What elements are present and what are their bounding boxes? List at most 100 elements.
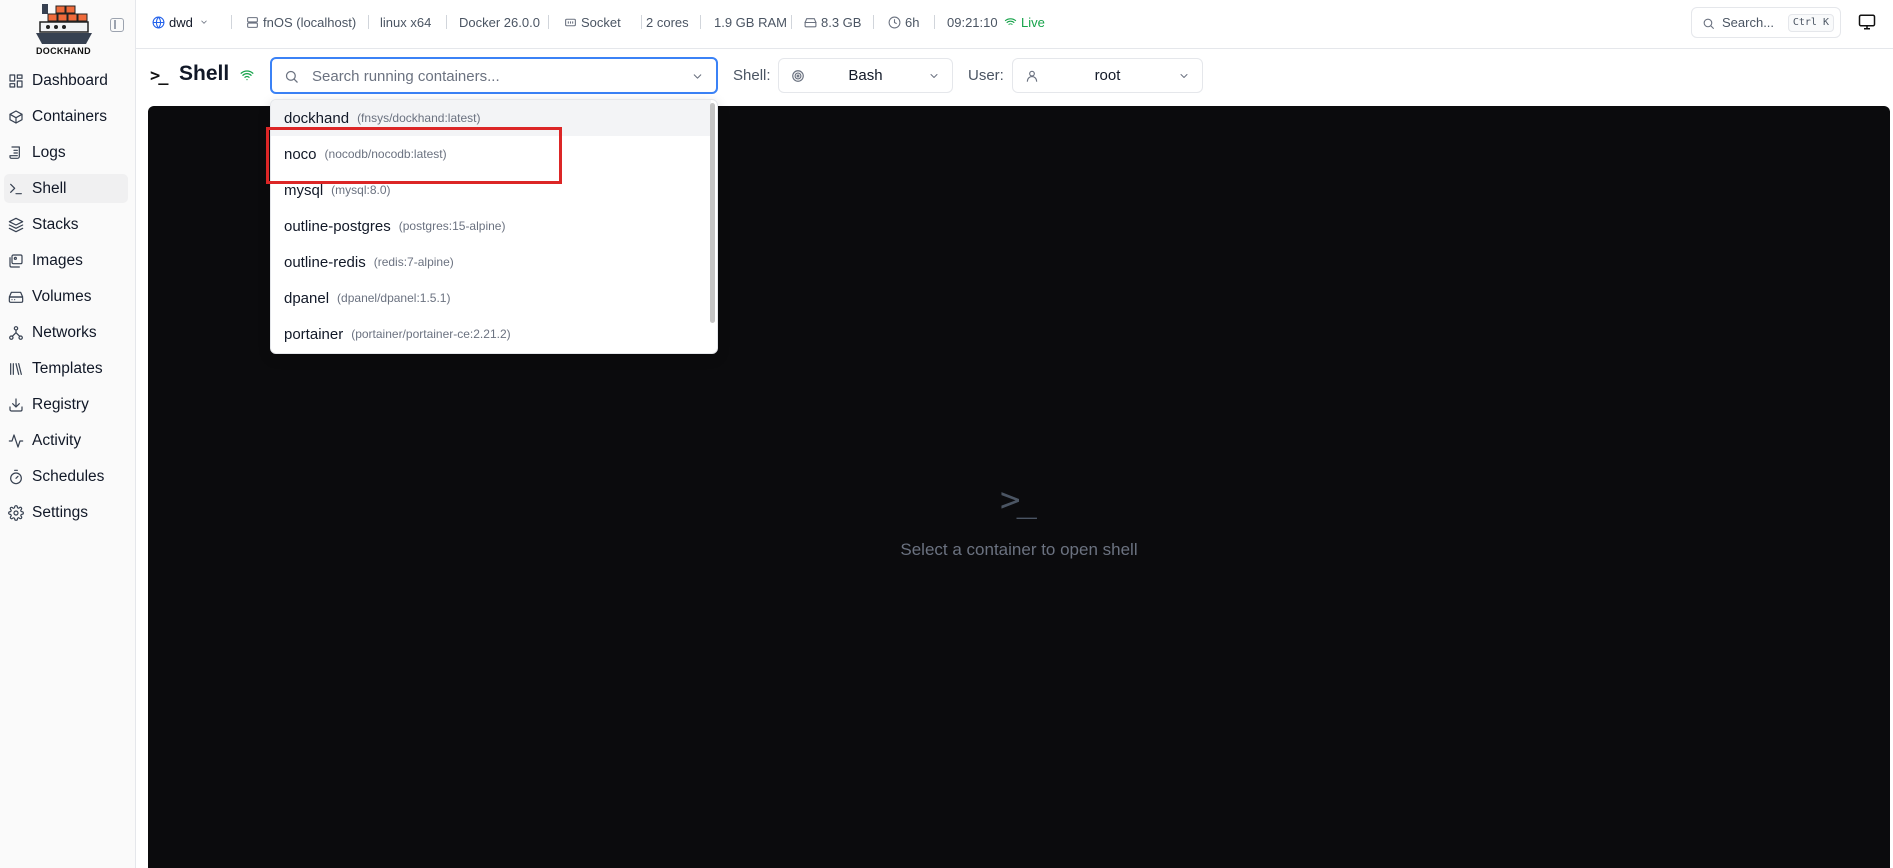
disk-info: 8.3 GB	[804, 14, 861, 30]
sidebar-item-networks[interactable]: Networks	[4, 318, 128, 347]
uptime-info: 6h	[888, 14, 919, 30]
shell-select[interactable]: Bash	[778, 58, 953, 93]
sidebar-item-label: Images	[32, 251, 83, 269]
live-status[interactable]: Live	[1004, 14, 1045, 30]
container-name: portainer	[284, 325, 344, 343]
current-time: 09:21:10	[947, 14, 998, 30]
connection-label: Socket	[581, 14, 621, 30]
platform-info: linux x64	[380, 14, 432, 30]
sidebar-item-logs[interactable]: Logs	[4, 138, 128, 167]
container-image: (mysql:8.0)	[331, 183, 391, 197]
sidebar-item-volumes[interactable]: Volumes	[4, 282, 128, 311]
shell-label: Shell:	[733, 67, 771, 84]
sidebar-collapse-icon[interactable]	[110, 18, 124, 32]
container-option-noco[interactable]: noco (nocodb/nocodb:latest)	[271, 136, 711, 172]
user-value: root	[1094, 67, 1121, 84]
container-name: mysql	[284, 181, 324, 199]
container-option-outline-redis[interactable]: outline-redis (redis:7-alpine)	[271, 244, 711, 280]
hard-drive-icon	[8, 289, 24, 305]
shortcut-badge: Ctrl K	[1787, 14, 1834, 32]
live-label: Live	[1021, 14, 1045, 30]
connection-status-icon	[240, 70, 254, 81]
sidebar-item-templates[interactable]: Templates	[4, 354, 128, 383]
sidebar-item-settings[interactable]: Settings	[4, 498, 128, 527]
box-icon	[8, 109, 24, 125]
divider	[231, 15, 232, 29]
container-search-input[interactable]	[312, 66, 672, 86]
divider	[641, 15, 642, 29]
terminal-icon: >_	[150, 66, 169, 86]
sidebar-item-label: Templates	[32, 359, 103, 377]
search-label: Search...	[1722, 15, 1775, 30]
socket-icon	[565, 18, 576, 26]
container-name: dpanel	[284, 289, 330, 307]
layers-icon	[8, 217, 24, 233]
container-image: (nocodb/nocodb:latest)	[324, 147, 447, 161]
global-search-button[interactable]: Search... Ctrl K	[1691, 7, 1841, 38]
sidebar-item-stacks[interactable]: Stacks	[4, 210, 128, 239]
docker-version: Docker 26.0.0	[459, 14, 540, 30]
container-search-combobox[interactable]	[270, 57, 718, 94]
search-icon	[1703, 18, 1714, 29]
container-option-dockhand[interactable]: dockhand (fnsys/dockhand:latest)	[271, 100, 711, 136]
container-image: (postgres:15-alpine)	[398, 219, 506, 233]
container-option-portainer[interactable]: portainer (portainer/portainer-ce:2.21.2…	[271, 316, 711, 352]
container-name: outline-postgres	[284, 217, 391, 235]
container-name: noco	[284, 145, 317, 163]
sidebar-item-label: Stacks	[32, 215, 79, 233]
sidebar-item-dashboard[interactable]: Dashboard	[4, 66, 128, 95]
sidebar-item-label: Schedules	[32, 467, 105, 485]
sidebar-item-images[interactable]: Images	[4, 246, 128, 275]
sidebar-item-label: Activity	[32, 431, 82, 449]
container-option-dpanel[interactable]: dpanel (dpanel/dpanel:1.5.1)	[271, 280, 711, 316]
sidebar-item-label: Dashboard	[32, 71, 108, 89]
disk-size: 8.3 GB	[821, 14, 862, 30]
sidebar-item-label: Networks	[32, 323, 97, 341]
sidebar-item-label: Registry	[32, 395, 89, 413]
cpu-cores: 2 cores	[646, 14, 689, 30]
sidebar-item-schedules[interactable]: Schedules	[4, 462, 128, 491]
terminal-empty-message: Select a container to open shell	[900, 540, 1138, 559]
environment-selector[interactable]: dwd	[152, 14, 213, 30]
uptime-value: 6h	[905, 14, 920, 30]
container-name: dockhand	[284, 109, 350, 127]
top-bar: dwd fnOS (localhost) linux x64 Docker 26…	[136, 0, 1893, 49]
sidebar-item-label: Volumes	[32, 287, 92, 305]
connection-type: Socket	[564, 14, 621, 30]
gear-icon	[8, 505, 24, 521]
container-option-mysql[interactable]: mysql (mysql:8.0)	[271, 172, 711, 208]
dropdown-scrollbar[interactable]	[710, 103, 715, 323]
shell-spiral-icon	[792, 70, 804, 82]
sidebar-item-label: Settings	[32, 503, 89, 521]
container-option-outline-postgres[interactable]: outline-postgres (postgres:15-alpine)	[271, 208, 711, 244]
divider	[934, 15, 935, 29]
host-info: fnOS (localhost)	[246, 14, 356, 30]
sidebar-item-label: Containers	[32, 107, 107, 125]
sidebar-item-registry[interactable]: Registry	[4, 390, 128, 419]
host-name: fnOS (localhost)	[263, 14, 357, 30]
divider	[446, 15, 447, 29]
user-icon	[1026, 70, 1038, 82]
ram-info: 1.9 GB RAM	[714, 14, 787, 30]
sidebar-item-label: Logs	[32, 143, 66, 161]
monitor-icon[interactable]	[1858, 13, 1876, 31]
environment-name: dwd	[169, 14, 193, 30]
container-dropdown: dockhand (fnsys/dockhand:latest) noco (n…	[270, 99, 718, 354]
logo-text: DOCKHAND	[36, 46, 91, 56]
chevron-down-icon	[201, 20, 207, 24]
library-icon	[8, 361, 24, 377]
wifi-icon	[1004, 17, 1017, 27]
sidebar-item-activity[interactable]: Activity	[4, 426, 128, 455]
sidebar-item-containers[interactable]: Containers	[4, 102, 128, 131]
server-icon	[247, 16, 258, 28]
network-icon	[8, 325, 24, 341]
user-select[interactable]: root	[1012, 58, 1203, 93]
container-image: (redis:7-alpine)	[373, 255, 454, 269]
clock-icon	[888, 16, 901, 28]
sidebar-item-shell[interactable]: Shell	[4, 174, 128, 203]
divider	[873, 15, 874, 29]
images-icon	[8, 253, 24, 269]
terminal-icon	[8, 181, 24, 197]
divider	[548, 15, 549, 29]
chevron-down-icon[interactable]	[691, 70, 704, 83]
